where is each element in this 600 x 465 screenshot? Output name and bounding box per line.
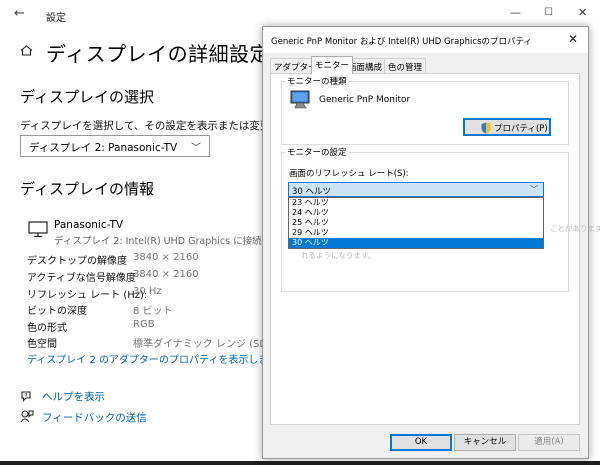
info-key: 色空間 [27, 339, 57, 350]
obscured-text: ことがあります。 [550, 224, 600, 233]
info-key: ビットの深度 [27, 306, 87, 317]
properties-button-label: プロパティ(P) [494, 124, 548, 134]
info-key: デスクトップの解像度 [27, 256, 127, 267]
info-value: 3840 × 2160 [133, 269, 199, 280]
feedback-link[interactable]: フィードバックの送信 [42, 410, 147, 425]
ok-button[interactable]: OK [390, 434, 452, 451]
refresh-rate-option[interactable]: 23 ヘルツ [289, 198, 543, 208]
info-value: 3840 × 2160 [133, 252, 199, 263]
refresh-rate-option-selected[interactable]: 30 ヘルツ [289, 238, 543, 248]
info-key: リフレッシュ レート (Hz): [27, 290, 148, 301]
maximize-icon[interactable]: ☐ [544, 7, 553, 18]
dialog-close-icon[interactable]: ✕ [568, 32, 578, 46]
home-icon[interactable] [20, 45, 33, 56]
feedback-icon [20, 410, 34, 423]
chevron-down-icon: ﹀ [530, 185, 538, 194]
monitor-type-name: Generic PnP Monitor [319, 95, 411, 105]
adapter-properties-link[interactable]: ディスプレイ 2 のアダプターのプロパティを表示します [27, 351, 278, 366]
refresh-rate-option[interactable]: 25 ヘルツ [289, 218, 543, 228]
info-value: 標準ダイナミック レンジ (SDR) [133, 339, 278, 350]
close-icon[interactable]: ✕ [578, 6, 587, 19]
info-value: 8 ビット [133, 306, 173, 317]
refresh-rate-list: 23 ヘルツ 24 ヘルツ 25 ヘルツ 29 ヘルツ 30 ヘルツ [288, 197, 544, 249]
refresh-rate-option[interactable]: 24 ヘルツ [289, 208, 543, 218]
uac-shield-icon [481, 122, 491, 134]
obscured-text: れるようになります。 [301, 251, 376, 260]
info-key: 色の形式 [27, 323, 67, 334]
info-key: アクティブな信号解像度 [27, 273, 136, 284]
display-select-heading: ディスプレイの選択 [20, 88, 154, 106]
back-arrow-icon[interactable]: ← [14, 6, 25, 21]
svg-text:?: ? [25, 393, 28, 399]
window-title: 設定 [46, 13, 66, 24]
refresh-rate-label: 画面のリフレッシュ レート(S): [289, 169, 409, 179]
cancel-button[interactable]: キャンセル [454, 434, 516, 451]
page-title: ディスプレイの詳細設定 [46, 42, 271, 66]
help-icon: ? [21, 391, 31, 402]
help-link[interactable]: ヘルプを表示 [42, 389, 105, 404]
info-value: 30 Hz [133, 286, 162, 297]
tab-color-management[interactable]: 色の管理 [384, 58, 427, 73]
refresh-rate-select[interactable]: 30 ヘルツ ﹀ [288, 182, 544, 197]
tab-monitor[interactable]: モニター [311, 56, 354, 74]
display-dropdown-value: ディスプレイ 2: Panasonic-TV [29, 142, 178, 154]
monitor-type-group-label: モニターの種類 [285, 75, 349, 87]
info-value: RGB [133, 319, 155, 330]
monitor-icon [290, 90, 310, 109]
monitor-tab-panel: モニターの種類 Generic PnP Monitor プロパティ(P) モニタ… [270, 73, 600, 425]
display-dropdown[interactable]: ディスプレイ 2: Panasonic-TV ﹀ [20, 135, 210, 157]
properties-button[interactable]: プロパティ(P) [463, 118, 551, 136]
minimize-icon[interactable]: — [510, 6, 521, 19]
dialog-title: Generic PnP Monitor および Intel(R) UHD Gra… [271, 37, 533, 47]
refresh-rate-option[interactable]: 29 ヘルツ [289, 228, 543, 238]
refresh-rate-value: 30 ヘルツ [292, 187, 332, 197]
monitor-properties-dialog: Generic PnP Monitor および Intel(R) UHD Gra… [262, 26, 600, 459]
monitor-settings-group-label: モニターの設定 [285, 146, 349, 158]
dialog-title-bar: Generic PnP Monitor および Intel(R) UHD Gra… [263, 27, 588, 53]
monitor-icon [28, 221, 48, 238]
apply-button[interactable]: 適用(A) [518, 434, 580, 451]
chevron-down-icon: ﹀ [191, 143, 201, 154]
display-info-heading: ディスプレイの情報 [20, 180, 154, 198]
monitor-name: Panasonic-TV [54, 219, 124, 231]
